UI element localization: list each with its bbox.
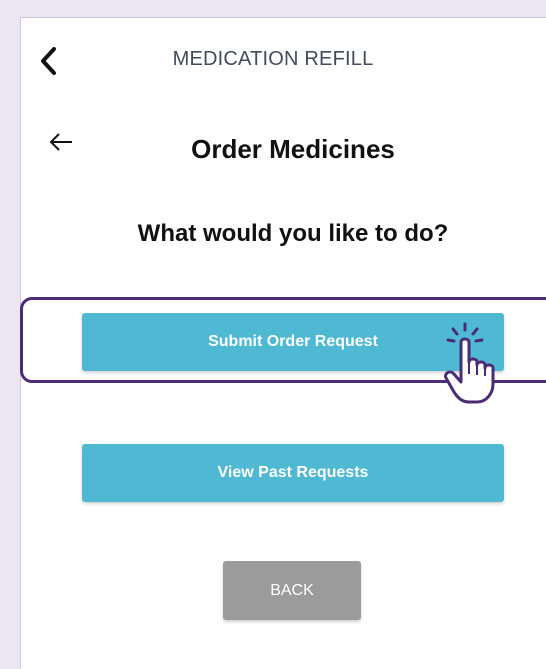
- page-title: Order Medicines: [191, 134, 395, 164]
- view-past-requests-button[interactable]: View Past Requests: [82, 444, 504, 502]
- header-title: MEDICATION REFILL: [172, 48, 374, 70]
- back-button[interactable]: BACK: [223, 561, 361, 620]
- hand-pointer-click-icon: [436, 322, 506, 406]
- question-heading: What would you like to do?: [137, 220, 449, 247]
